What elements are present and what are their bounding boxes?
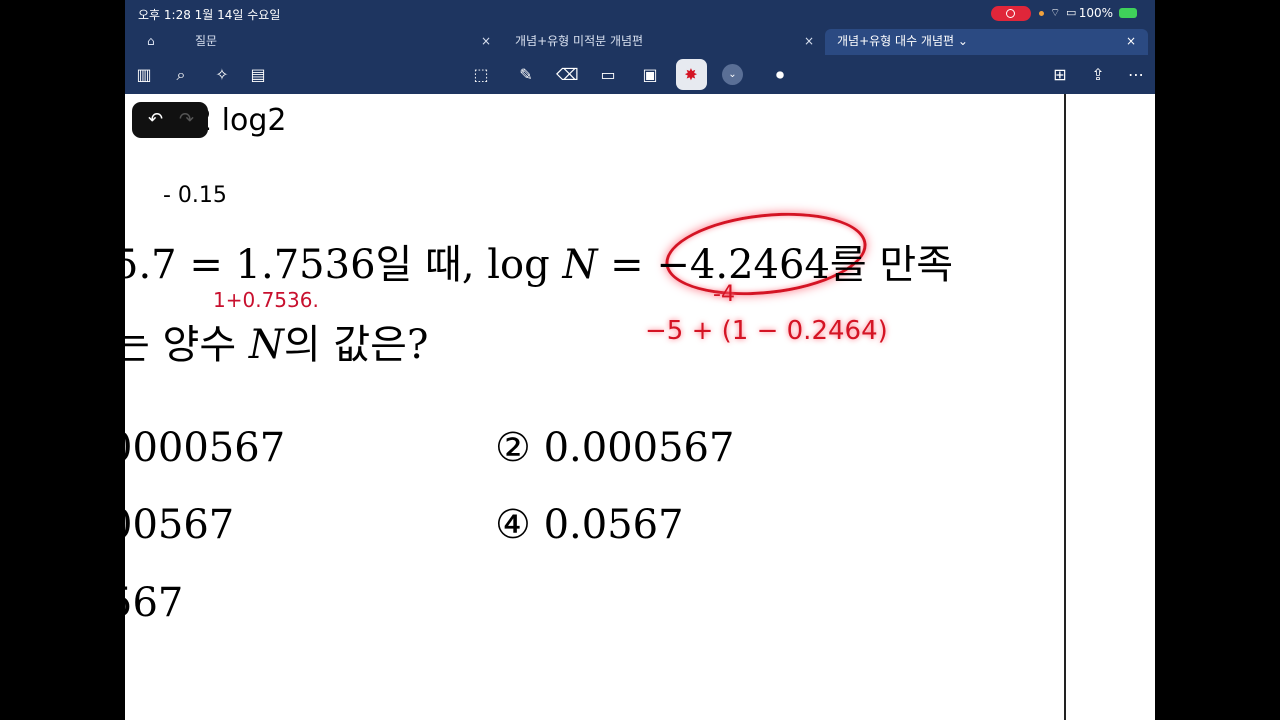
- undo-redo-panel: ↶ ↷: [132, 102, 208, 138]
- tab-calculus[interactable]: 개념+유형 미적분 개념편: [515, 29, 643, 54]
- share-icon[interactable]: ⇪: [1087, 64, 1109, 86]
- option-2[interactable]: ② 0.000567: [495, 425, 734, 471]
- status-time: 오후 1:28 1월 14일 수요일: [138, 8, 281, 22]
- close-tab-icon[interactable]: ×: [804, 29, 814, 54]
- redo-icon[interactable]: ↷: [179, 109, 194, 130]
- problem-line-1: 5.7 = 1.7536일 때, log N = −4.2464를 만족: [125, 232, 953, 290]
- option-4[interactable]: ④ 0.0567: [495, 502, 684, 548]
- sparkle-icon[interactable]: ✧: [211, 64, 233, 86]
- eraser-icon[interactable]: ⌫: [556, 64, 579, 86]
- wifi-icon: ⌔: [1050, 6, 1061, 19]
- pen-icon[interactable]: ✎: [515, 64, 537, 86]
- tab-question[interactable]: 질문: [195, 29, 217, 54]
- ipad-screen: 오후 1:28 1월 14일 수요일 ⌔ ▭ 100% ⌂ 질문 × 개념+유형…: [125, 0, 1155, 720]
- problem-text: = −4.2464를 만족: [597, 242, 954, 288]
- lasso-icon[interactable]: ⬚: [470, 64, 492, 86]
- option-5[interactable]: 567: [125, 580, 183, 626]
- variable-n: N: [562, 242, 598, 288]
- add-page-icon[interactable]: ⊞: [1049, 64, 1071, 86]
- close-tab-icon[interactable]: ×: [1126, 29, 1136, 54]
- mic-indicator-icon: [1039, 11, 1044, 16]
- sidebar-icon[interactable]: ▥: [133, 64, 155, 86]
- problem-text: 는 양수: [125, 322, 249, 368]
- laser-pointer-icon[interactable]: ✸: [680, 64, 702, 86]
- variable-n: N: [248, 322, 284, 368]
- tab-algebra[interactable]: 개념+유형 대수 개념편 ⌄: [837, 29, 968, 54]
- red-handwritten-work: −5 + (1 − 0.2464): [645, 316, 888, 346]
- problem-line-2: 는 양수 N의 값은?: [125, 312, 428, 370]
- red-handwritten-minus-four: -4: [713, 282, 735, 307]
- more-icon[interactable]: ⋯: [1125, 64, 1147, 86]
- red-handwritten-sum: 1+0.7536.: [213, 288, 319, 312]
- screen-mirror-icon: ▭: [1066, 6, 1077, 19]
- image-icon[interactable]: ▣: [639, 64, 661, 86]
- problem-text: 의 값은?: [283, 322, 429, 368]
- battery-percent: 100%: [1078, 6, 1113, 20]
- undo-icon[interactable]: ↶: [148, 109, 163, 130]
- option-3[interactable]: 00567: [125, 502, 234, 548]
- document-icon[interactable]: ▤: [247, 64, 269, 86]
- problem-text: 5.7 = 1.7536일 때, log: [125, 242, 563, 288]
- note-icon[interactable]: ▭: [597, 64, 619, 86]
- screen-recording-icon: [991, 6, 1031, 21]
- home-icon[interactable]: ⌂: [147, 29, 163, 54]
- close-tab-icon[interactable]: ×: [481, 29, 491, 54]
- battery-icon: [1119, 8, 1137, 18]
- microphone-icon[interactable]: ⏺: [769, 64, 791, 86]
- handwritten-number: - 0.15: [163, 183, 227, 208]
- chevron-down-icon[interactable]: ⌄: [722, 64, 743, 85]
- top-bar: 오후 1:28 1월 14일 수요일 ⌔ ▭ 100% ⌂ 질문 × 개념+유형…: [125, 0, 1155, 94]
- page-margin-line: [1064, 94, 1066, 720]
- search-icon[interactable]: ⌕: [170, 64, 192, 86]
- option-1[interactable]: 0000567: [125, 425, 285, 471]
